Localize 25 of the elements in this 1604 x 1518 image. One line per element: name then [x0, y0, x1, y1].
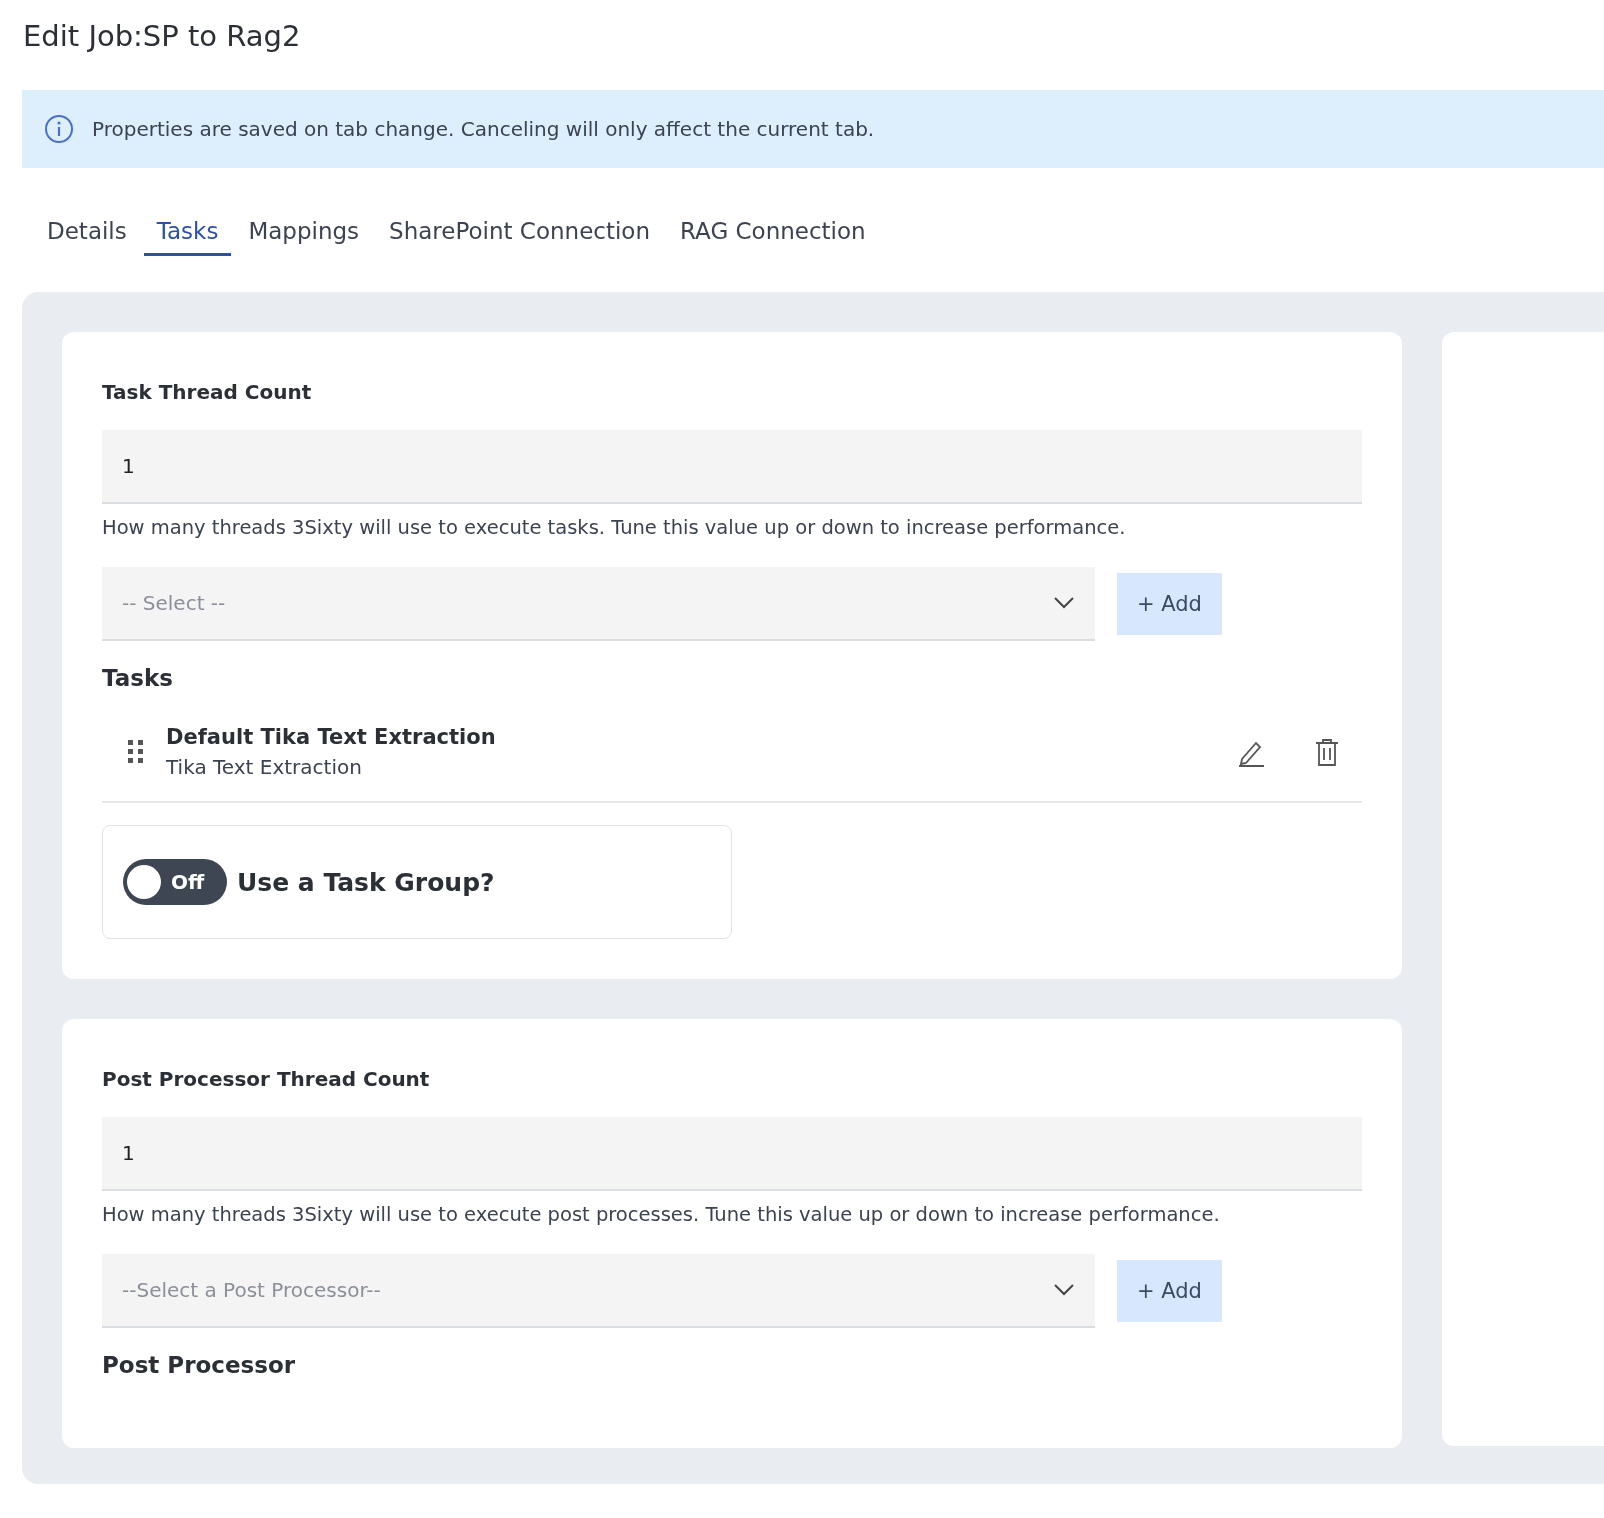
- section-heading: Post Processor: [102, 1352, 297, 1378]
- tab[interactable]: SharePoint Connection: [376, 208, 663, 256]
- help-text: How many threads 3Sixty will use to execute post processes. Tune this value up or down to increase performance.: [102, 1203, 1221, 1226]
- add-button[interactable]: + Add: [1117, 573, 1222, 635]
- thread-count-input[interactable]: 1: [102, 1117, 1362, 1191]
- chevron-down-icon: [1053, 1283, 1075, 1297]
- tab[interactable]: RAG Connection: [667, 208, 879, 256]
- field-label: Task Thread Count: [102, 380, 313, 404]
- info-text: Properties are saved on tab change. Canceling will only affect the current tab.: [92, 117, 875, 141]
- drag-handle-icon[interactable]: [128, 740, 144, 764]
- task-type: Tika Text Extraction: [166, 755, 363, 779]
- help-text: How many threads 3Sixty will use to execute tasks. Tune this value up or down to increase performance.: [102, 516, 1127, 539]
- field-label: Post Processor Thread Count: [102, 1067, 431, 1091]
- add-button[interactable]: + Add: [1117, 1260, 1222, 1322]
- chevron-down-icon: [1053, 596, 1075, 610]
- info-icon: [44, 114, 74, 144]
- page-title: Edit Job:SP to Rag2: [23, 18, 302, 55]
- section-heading: Tasks: [102, 665, 174, 691]
- toggle-label: Use a Task Group?: [237, 867, 495, 897]
- task-name: Default Tika Text Extraction: [166, 725, 497, 749]
- tab[interactable]: Tasks: [143, 208, 232, 256]
- toggle-switch[interactable]: Off: [123, 859, 227, 905]
- thread-count-input[interactable]: 1: [102, 430, 1362, 504]
- tab[interactable]: Mappings: [235, 208, 373, 256]
- tab[interactable]: Details: [34, 208, 140, 256]
